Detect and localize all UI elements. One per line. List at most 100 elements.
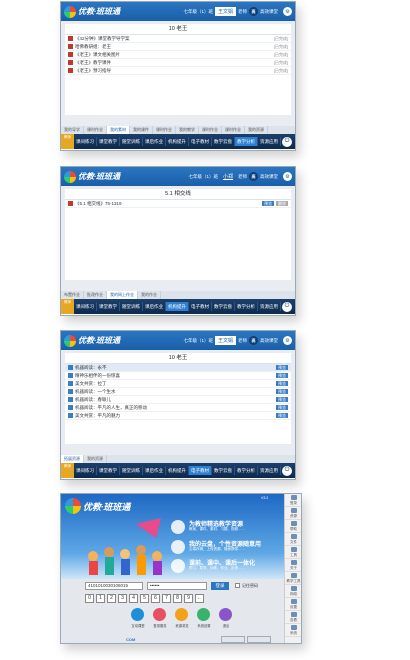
power-icon[interactable]: ⏻ bbox=[282, 465, 292, 476]
preview-button[interactable]: 预览 bbox=[276, 373, 288, 378]
nav-item[interactable]: 课间练习 bbox=[74, 302, 97, 311]
preview-button[interactable]: 预览 bbox=[276, 405, 288, 410]
preview-button[interactable]: 预览 bbox=[276, 381, 288, 386]
list-item[interactable]: 《老王》预习指导 [已完成] bbox=[65, 67, 291, 75]
tab-3[interactable]: 我的课件 bbox=[130, 126, 153, 134]
settings-icon[interactable]: ⚙ bbox=[283, 172, 292, 181]
tab-0[interactable]: 我的导学 bbox=[61, 126, 84, 134]
power-icon[interactable]: ⏻ bbox=[282, 136, 292, 147]
key-1[interactable]: 1 bbox=[96, 594, 105, 603]
list-item[interactable]: 《42分钟》课堂教学导学案 [已完成] bbox=[65, 35, 291, 43]
nav-item[interactable]: 机构提升 bbox=[166, 466, 189, 475]
class-label[interactable]: 七年级（1）班 bbox=[183, 338, 213, 344]
delete-button[interactable]: 删除 bbox=[276, 201, 288, 206]
nav-item[interactable]: 电子教材 bbox=[189, 466, 212, 475]
list-item[interactable]: 机器阅读：永不 预览 bbox=[65, 364, 291, 372]
nav-item[interactable]: 课后作业 bbox=[143, 466, 166, 475]
preview-button[interactable]: 预览 bbox=[276, 413, 288, 418]
nav-item[interactable]: 随堂训练 bbox=[120, 302, 143, 311]
tool-icon-3[interactable] bbox=[197, 608, 210, 621]
nav-item[interactable]: 随堂训练 bbox=[120, 466, 143, 475]
key-4[interactable]: 4 bbox=[129, 594, 138, 603]
nav-item[interactable]: 课后作业 bbox=[143, 137, 166, 146]
list-item[interactable]: 《5.1 相交线》75-1319 预览 删除 bbox=[65, 200, 291, 208]
key-7[interactable]: 7 bbox=[162, 594, 171, 603]
nav-item[interactable]: 资源应用 bbox=[258, 302, 281, 311]
tab-1[interactable]: 课时作业 bbox=[84, 126, 107, 134]
class-label[interactable]: 七年级（1）班 bbox=[183, 9, 213, 15]
tab-8[interactable]: 我的资源 bbox=[245, 126, 268, 134]
tab-4[interactable]: 课时作业 bbox=[153, 126, 176, 134]
nav-item[interactable]: 随堂训练 bbox=[120, 137, 143, 146]
login-button[interactable]: 登录 bbox=[211, 582, 229, 590]
nav-item[interactable]: 机构提升 bbox=[166, 302, 189, 311]
side-item[interactable]: 网络 bbox=[285, 585, 301, 598]
tab-5[interactable]: 我的教学 bbox=[176, 126, 199, 134]
tab-7[interactable]: 课时作业 bbox=[222, 126, 245, 134]
list-item[interactable]: 《老王》教学课件 [已完成] bbox=[65, 59, 291, 67]
class-label[interactable]: 七年级（1）班 bbox=[188, 174, 218, 180]
nav-item[interactable]: 课堂教学 bbox=[97, 466, 120, 475]
nav-item[interactable]: 机构提升 bbox=[166, 137, 189, 146]
list-item[interactable]: 机器阅读：春联儿 预览 bbox=[65, 396, 291, 404]
list-item[interactable]: 哈佛教研组：老王 [已完成] bbox=[65, 43, 291, 51]
key-8[interactable]: 8 bbox=[173, 594, 182, 603]
settings-icon[interactable]: ⚙ bbox=[283, 7, 292, 16]
nav-item[interactable]: 教学分析 bbox=[235, 137, 258, 146]
user-name[interactable]: 王文娟 bbox=[214, 7, 236, 16]
key-5[interactable]: 5 bbox=[140, 594, 149, 603]
tab-0[interactable]: 布置作业 bbox=[61, 291, 84, 299]
user-name[interactable]: 小郑 bbox=[220, 172, 236, 181]
nav-item[interactable]: 课堂教学 bbox=[97, 302, 120, 311]
list-item[interactable]: 机器阅读：平凡的人生，真正的移动 预览 bbox=[65, 404, 291, 412]
password-input[interactable]: •••••• bbox=[147, 582, 207, 590]
side-item[interactable]: 系统 bbox=[285, 624, 301, 637]
remember-checkbox[interactable] bbox=[235, 583, 240, 588]
nav-item[interactable]: 课堂教学 bbox=[97, 137, 120, 146]
tab-0[interactable]: 拓展资源 bbox=[61, 455, 84, 463]
power-icon[interactable]: ⏻ bbox=[282, 301, 292, 312]
nav-item[interactable]: 课后作业 bbox=[143, 302, 166, 311]
nav-item[interactable]: 电子教材 bbox=[189, 302, 212, 311]
tool-icon-1[interactable] bbox=[153, 608, 166, 621]
key-3[interactable]: 3 bbox=[118, 594, 127, 603]
side-item[interactable]: 资源 bbox=[285, 507, 301, 520]
tab-6[interactable]: 课时作业 bbox=[199, 126, 222, 134]
mode-label[interactable]: 高效课堂 bbox=[260, 9, 278, 15]
tab-2[interactable]: 我的素材 bbox=[107, 126, 130, 134]
preview-button[interactable]: 预览 bbox=[262, 201, 274, 206]
nav-item[interactable]: 资源应用 bbox=[258, 137, 281, 146]
mode-label[interactable]: 高效课堂 bbox=[260, 338, 278, 344]
side-item[interactable]: 关于 bbox=[285, 559, 301, 572]
list-item[interactable]: 美文共赏：平凡的魅力 预览 bbox=[65, 412, 291, 420]
list-item[interactable]: 美文共赏：拉丁 预览 bbox=[65, 380, 291, 388]
list-item[interactable]: 机器阅读：一个生水 预览 bbox=[65, 388, 291, 396]
side-item[interactable]: 帮助 bbox=[285, 520, 301, 533]
nav-item[interactable]: 数学云盘 bbox=[212, 466, 235, 475]
nav-item[interactable]: 课间练习 bbox=[74, 466, 97, 475]
tab-1[interactable]: 批改作业 bbox=[84, 291, 107, 299]
nav-item[interactable]: 课间练习 bbox=[74, 137, 97, 146]
preview-button[interactable]: 预览 bbox=[276, 389, 288, 394]
side-item[interactable]: 设置 bbox=[285, 598, 301, 611]
tool-icon-2[interactable] bbox=[175, 608, 188, 621]
account-input[interactable]: 4101010030106015 bbox=[85, 582, 143, 590]
list-item[interactable]: 精神乐相伴的一份惊喜 预览 bbox=[65, 372, 291, 380]
mode-label[interactable]: 高效课堂 bbox=[260, 174, 278, 180]
nav-item[interactable]: 教学分析 bbox=[235, 466, 258, 475]
tab-1[interactable]: 我的资源 bbox=[84, 455, 107, 463]
side-item[interactable]: 文件 bbox=[285, 533, 301, 546]
nav-item[interactable]: 教学分析 bbox=[235, 302, 258, 311]
nav-item[interactable]: 资源应用 bbox=[258, 466, 281, 475]
nav-item[interactable]: 数学云盘 bbox=[212, 302, 235, 311]
nav-item[interactable]: 电子教材 bbox=[189, 137, 212, 146]
nav-item[interactable]: 数学云盘 bbox=[212, 137, 235, 146]
side-item[interactable]: 工具 bbox=[285, 546, 301, 559]
key-10[interactable]: ← bbox=[195, 594, 204, 603]
tool-icon-4[interactable] bbox=[219, 608, 232, 621]
preview-button[interactable]: 预览 bbox=[276, 365, 288, 370]
key-2[interactable]: 2 bbox=[107, 594, 116, 603]
key-6[interactable]: 6 bbox=[151, 594, 160, 603]
key-0[interactable]: 0 bbox=[85, 594, 94, 603]
user-name[interactable]: 王文娟 bbox=[214, 336, 236, 345]
